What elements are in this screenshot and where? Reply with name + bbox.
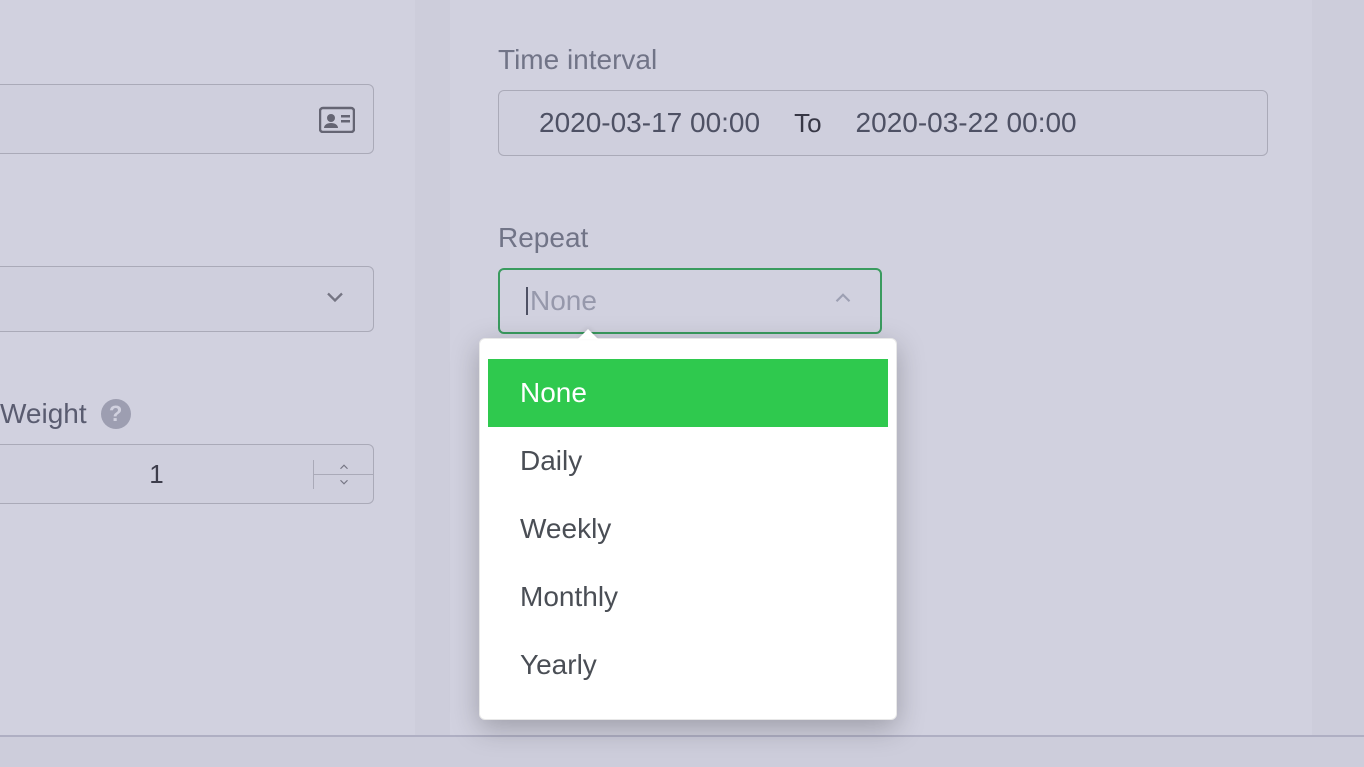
repeat-option-weekly[interactable]: Weekly: [488, 495, 888, 563]
time-to: 2020-03-22 00:00: [856, 107, 1077, 139]
chevron-down-icon: [334, 475, 354, 489]
chevron-down-icon: [321, 283, 349, 316]
chevron-up-icon: [830, 285, 856, 318]
weight-stepper[interactable]: 1: [0, 444, 374, 504]
repeat-option-monthly[interactable]: Monthly: [488, 563, 888, 631]
time-interval-label: Time interval: [498, 44, 657, 76]
contact-field[interactable]: [0, 84, 374, 154]
repeat-option-daily[interactable]: Daily: [488, 427, 888, 495]
help-icon[interactable]: ?: [101, 399, 131, 429]
repeat-placeholder: None: [530, 285, 597, 316]
id-card-icon: [319, 105, 355, 133]
time-to-label: To: [794, 108, 821, 139]
time-from: 2020-03-17 00:00: [539, 107, 760, 139]
repeat-option-yearly[interactable]: Yearly: [488, 631, 888, 699]
repeat-placeholder-wrap: None: [530, 285, 830, 317]
repeat-dropdown-list: NoneDailyWeeklyMonthlyYearly: [480, 351, 896, 707]
text-cursor: [526, 287, 528, 315]
generic-select[interactable]: [0, 266, 374, 332]
weight-increment[interactable]: [314, 460, 373, 475]
weight-label-text: Weight: [0, 398, 87, 430]
weight-value[interactable]: 1: [0, 459, 313, 490]
left-panel: Weight ? 1: [0, 0, 415, 735]
repeat-option-none[interactable]: None: [488, 359, 888, 427]
bottom-divider: [0, 735, 1364, 737]
repeat-dropdown: NoneDailyWeeklyMonthlyYearly: [479, 338, 897, 720]
weight-label: Weight ?: [0, 398, 131, 430]
chevron-up-icon: [334, 460, 354, 474]
weight-decrement[interactable]: [314, 475, 373, 489]
repeat-select[interactable]: None: [498, 268, 882, 334]
time-interval-field[interactable]: 2020-03-17 00:00 To 2020-03-22 00:00: [498, 90, 1268, 156]
weight-stepper-buttons: [313, 460, 373, 489]
repeat-label: Repeat: [498, 222, 588, 254]
